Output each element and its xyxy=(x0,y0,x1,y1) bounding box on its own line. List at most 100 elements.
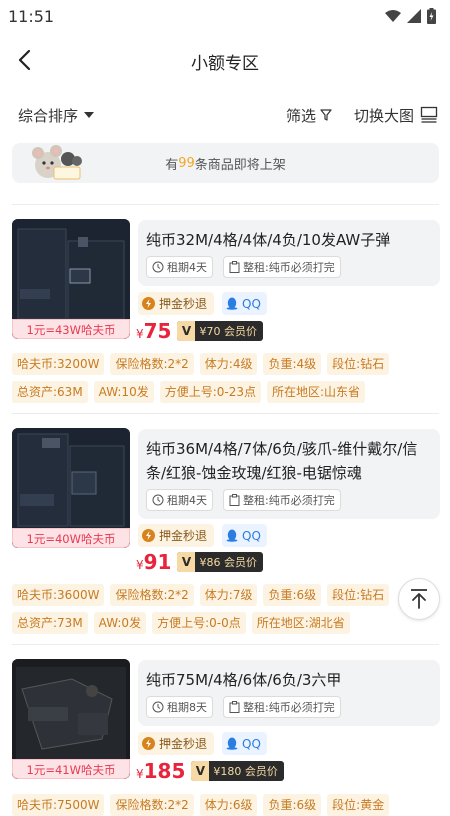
rent-condition: 整租:纯币必须打完 xyxy=(243,261,335,274)
switch-view-label: 切换大图 xyxy=(353,106,414,125)
attribute-tag: 方便上号:0-0点 xyxy=(152,612,246,634)
clipboard-icon xyxy=(229,261,240,273)
filter-label: 筛选 xyxy=(285,106,316,125)
vip-label: 会员价 xyxy=(223,556,257,569)
clipboard-icon xyxy=(229,701,240,713)
rent-period: 租期8天 xyxy=(167,701,207,714)
qq-label: QQ xyxy=(242,736,261,751)
attribute-tag: 负重:6级 xyxy=(263,794,322,816)
attribute-tag: 哈夫币:3200W xyxy=(12,353,105,375)
caret-down-icon xyxy=(84,112,95,118)
vip-price-badge: V ¥70 会员价 xyxy=(177,321,263,341)
rent-period-chip: 租期8天 xyxy=(146,696,213,718)
attribute-tag: 哈夫币:7500W xyxy=(12,794,105,816)
attribute-list: 哈夫币:3600W 保险格数:2*2 体力:7级 负重:6级 段位:钻石 总资产… xyxy=(12,584,392,634)
back-to-top-button[interactable] xyxy=(398,578,440,620)
qq-penguin-icon xyxy=(226,529,238,542)
rent-period: 租期4天 xyxy=(167,261,207,274)
lightning-icon xyxy=(142,529,155,542)
status-time: 11:51 xyxy=(8,6,55,26)
attribute-tag: 保险格数:2*2 xyxy=(110,794,194,816)
qq-tag: QQ xyxy=(222,732,267,755)
attribute-tag: AW:0发 xyxy=(93,612,147,634)
list-view-icon xyxy=(420,106,438,123)
price-value: 91 xyxy=(143,550,172,574)
attribute-tag: 保险格数:2*2 xyxy=(110,353,194,375)
attribute-tag: 段位:黄金 xyxy=(327,794,390,816)
vip-v-icon: V xyxy=(191,761,210,781)
clock-icon xyxy=(152,494,164,506)
attribute-tag: AW:10发 xyxy=(93,381,154,403)
attribute-tag: 体力:4级 xyxy=(199,353,258,375)
price: ¥75 xyxy=(136,319,172,343)
rent-condition: 整租:纯币必须打完 xyxy=(243,701,335,714)
notice-prefix: 有 xyxy=(165,157,179,173)
attribute-tag: 所在地区:山东省 xyxy=(266,381,366,403)
sort-dropdown[interactable]: 综合排序 xyxy=(18,105,95,126)
product-name: 纯币36M/4格/7体/6负/骇爪-维什戴尔/信条/红狼-蚀金玫瑰/红狼-电锯惊… xyxy=(146,440,418,482)
product-name: 纯币32M/4格/4体/4负/10发AW子弹 xyxy=(146,231,391,249)
product-thumbnail: 1元=43W哈夫币 xyxy=(12,219,130,339)
deposit-refund-label: 押金秒退 xyxy=(159,529,208,543)
price: ¥91 xyxy=(136,550,172,574)
divider xyxy=(12,644,439,645)
attribute-tag: 体力:6级 xyxy=(199,794,258,816)
rent-condition: 整租:纯币必须打完 xyxy=(243,494,335,507)
attribute-tag: 体力:7级 xyxy=(199,584,258,606)
vip-v-icon: V xyxy=(177,552,196,572)
rent-period-chip: 租期4天 xyxy=(146,256,213,278)
vip-price: ¥180 xyxy=(213,765,242,778)
switch-view-button[interactable]: 切换大图 xyxy=(354,105,438,126)
attribute-list: 哈夫币:7500W 保险格数:2*2 体力:6级 负重:6级 段位:黄金 xyxy=(12,794,442,816)
attribute-tag: 哈夫币:3600W xyxy=(12,584,105,606)
qq-tag: QQ xyxy=(222,524,267,547)
exchange-rate-label: 1元=41W哈夫币 xyxy=(12,759,130,779)
rent-condition-chip: 整租:纯币必须打完 xyxy=(223,256,341,278)
status-bar: 11:51 xyxy=(0,0,450,32)
rent-period: 租期4天 xyxy=(167,494,207,507)
attribute-tag: 方便上号:0-23点 xyxy=(159,381,261,403)
sort-label: 综合排序 xyxy=(18,106,79,125)
vip-price-badge: V ¥86 会员价 xyxy=(177,552,263,572)
deposit-refund-label: 押金秒退 xyxy=(159,297,208,311)
deposit-refund-tag: 押金秒退 xyxy=(138,524,215,547)
notice-count: 99 xyxy=(178,155,195,171)
exchange-rate-label: 1元=40W哈夫币 xyxy=(12,528,130,548)
filter-button[interactable]: 筛选 xyxy=(286,105,332,126)
attribute-tag: 保险格数:2*2 xyxy=(110,584,194,606)
lightning-icon xyxy=(142,297,155,310)
qq-tag: QQ xyxy=(222,292,267,315)
product-info-box: 纯币75M/4格/6体/6负/3六甲 租期8天 整租:纯币必须打完 xyxy=(138,660,440,726)
clock-icon xyxy=(152,701,164,713)
vip-v-icon: V xyxy=(177,321,196,341)
upcoming-notice: 有 99 条商品即将上架 xyxy=(12,143,439,183)
funnel-icon xyxy=(320,109,332,121)
back-arrow-icon[interactable] xyxy=(14,48,38,72)
price: ¥185 xyxy=(136,759,186,783)
mouse-mascot-icon xyxy=(32,145,82,180)
product-info-box: 纯币36M/4格/7体/6负/骇爪-维什戴尔/信条/红狼-蚀金玫瑰/红狼-电锯惊… xyxy=(138,429,440,519)
product-thumbnail: 1元=41W哈夫币 xyxy=(12,659,130,779)
deposit-refund-tag: 押金秒退 xyxy=(138,732,215,755)
vip-label: 会员价 xyxy=(244,765,278,778)
nav-header: 小额专区 xyxy=(0,36,450,86)
divider xyxy=(12,204,439,205)
wifi-icon xyxy=(385,10,401,22)
qq-label: QQ xyxy=(242,296,261,311)
attribute-tag: 段位:钻石 xyxy=(327,353,390,375)
attribute-list: 哈夫币:3200W 保险格数:2*2 体力:4级 负重:4级 段位:钻石 总资产… xyxy=(12,353,442,403)
deposit-refund-tag: 押金秒退 xyxy=(138,292,215,315)
signal-icon xyxy=(407,9,421,23)
page-title: 小额专区 xyxy=(191,53,259,74)
clipboard-icon xyxy=(229,494,240,506)
vip-price: ¥86 xyxy=(199,556,221,569)
notice-suffix: 条商品即将上架 xyxy=(194,157,286,173)
product-thumbnail: 1元=40W哈夫币 xyxy=(12,428,130,548)
vip-label: 会员价 xyxy=(223,325,257,338)
product-name: 纯币75M/4格/6体/6负/3六甲 xyxy=(146,671,342,689)
vip-price-badge: V ¥180 会员价 xyxy=(191,761,284,781)
deposit-refund-label: 押金秒退 xyxy=(159,737,208,751)
attribute-tag: 负重:4级 xyxy=(263,353,322,375)
attribute-tag: 总资产:63M xyxy=(12,381,88,403)
attribute-tag: 段位:钻石 xyxy=(327,584,390,606)
